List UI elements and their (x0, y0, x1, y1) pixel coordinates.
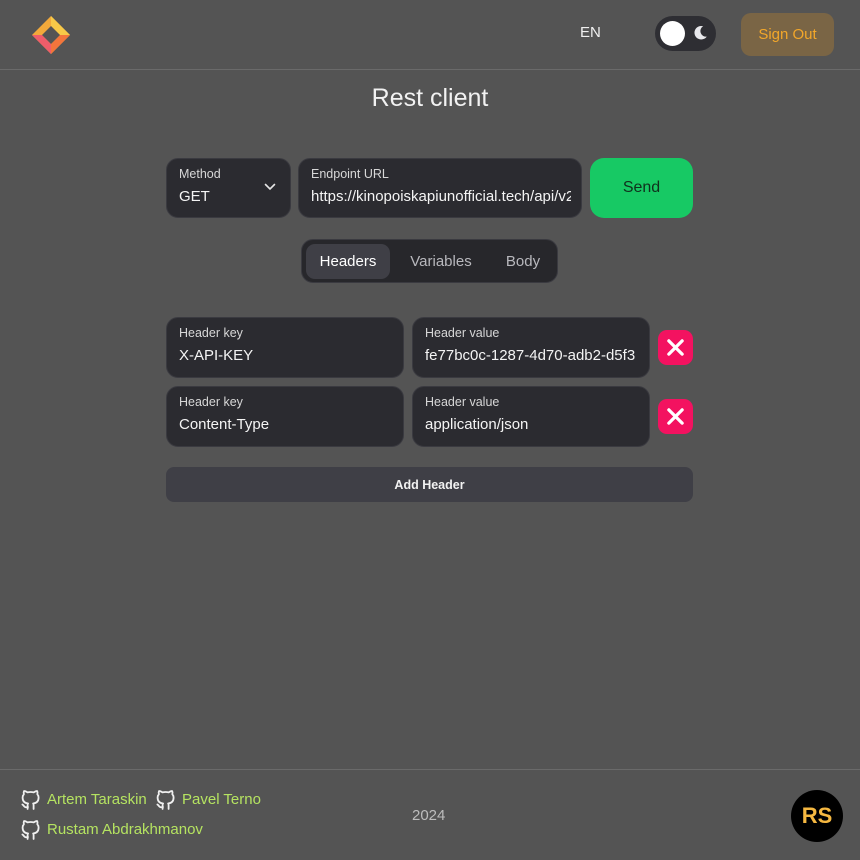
header-value-field[interactable]: Header value application/json (412, 386, 650, 447)
header-key-label: Header key (179, 326, 243, 340)
header-value-label: Header value (425, 326, 500, 340)
chevron-down-icon (264, 183, 276, 191)
method-label: Method (179, 167, 221, 181)
toggle-knob (660, 21, 685, 46)
copyright-year: 2024 (412, 807, 446, 824)
header-key-label: Header key (179, 395, 243, 409)
app-header: EN Sign Out (0, 0, 860, 70)
github-icon (21, 820, 40, 840)
author-link-rustam[interactable]: Rustam Abdrakhmanov (19, 818, 209, 842)
sign-out-button[interactable]: Sign Out (741, 13, 834, 56)
header-value-input[interactable]: fe77bc0c-1287-4d70-adb2-d5f3 (425, 347, 647, 364)
method-select[interactable]: Method GET (166, 158, 291, 218)
endpoint-url-field[interactable]: Endpoint URL https://kinopoiskapiunoffic… (298, 158, 582, 218)
close-icon (667, 408, 684, 425)
github-icon (156, 790, 175, 810)
header-key-field[interactable]: Header key X-API-KEY (166, 317, 404, 378)
header-value-field[interactable]: Header value fe77bc0c-1287-4d70-adb2-d5f… (412, 317, 650, 378)
delete-header-button[interactable] (658, 330, 693, 365)
author-link-pavel[interactable]: Pavel Terno (154, 788, 266, 812)
app-logo-icon[interactable] (30, 14, 72, 56)
delete-header-button[interactable] (658, 399, 693, 434)
endpoint-label: Endpoint URL (311, 167, 389, 181)
header-key-input[interactable]: Content-Type (179, 416, 269, 433)
header-value-label: Header value (425, 395, 500, 409)
moon-icon (694, 25, 707, 40)
header-key-input[interactable]: X-API-KEY (179, 347, 253, 364)
app-footer: Artem Taraskin Pavel Terno Rustam Abdrak… (0, 769, 860, 860)
request-tabs: Headers Variables Body (301, 239, 558, 283)
add-header-button[interactable]: Add Header (166, 467, 693, 502)
tab-body[interactable]: Body (490, 244, 556, 279)
rs-school-logo[interactable]: RS (791, 790, 843, 842)
method-value: GET (179, 188, 210, 205)
header-value-input[interactable]: application/json (425, 416, 647, 433)
page-title: Rest client (371, 84, 489, 112)
author-name: Rustam Abdrakhmanov (47, 821, 203, 838)
tab-headers[interactable]: Headers (306, 244, 390, 279)
language-switcher[interactable]: EN (580, 24, 601, 41)
author-name: Pavel Terno (182, 791, 261, 808)
author-name: Artem Taraskin (47, 791, 147, 808)
endpoint-input[interactable]: https://kinopoiskapiunofficial.tech/api/… (311, 188, 571, 205)
theme-toggle[interactable] (655, 16, 716, 51)
header-key-field[interactable]: Header key Content-Type (166, 386, 404, 447)
close-icon (667, 339, 684, 356)
author-link-artem[interactable]: Artem Taraskin (19, 788, 151, 812)
tab-variables[interactable]: Variables (398, 244, 484, 279)
github-icon (21, 790, 40, 810)
send-button[interactable]: Send (590, 158, 693, 218)
